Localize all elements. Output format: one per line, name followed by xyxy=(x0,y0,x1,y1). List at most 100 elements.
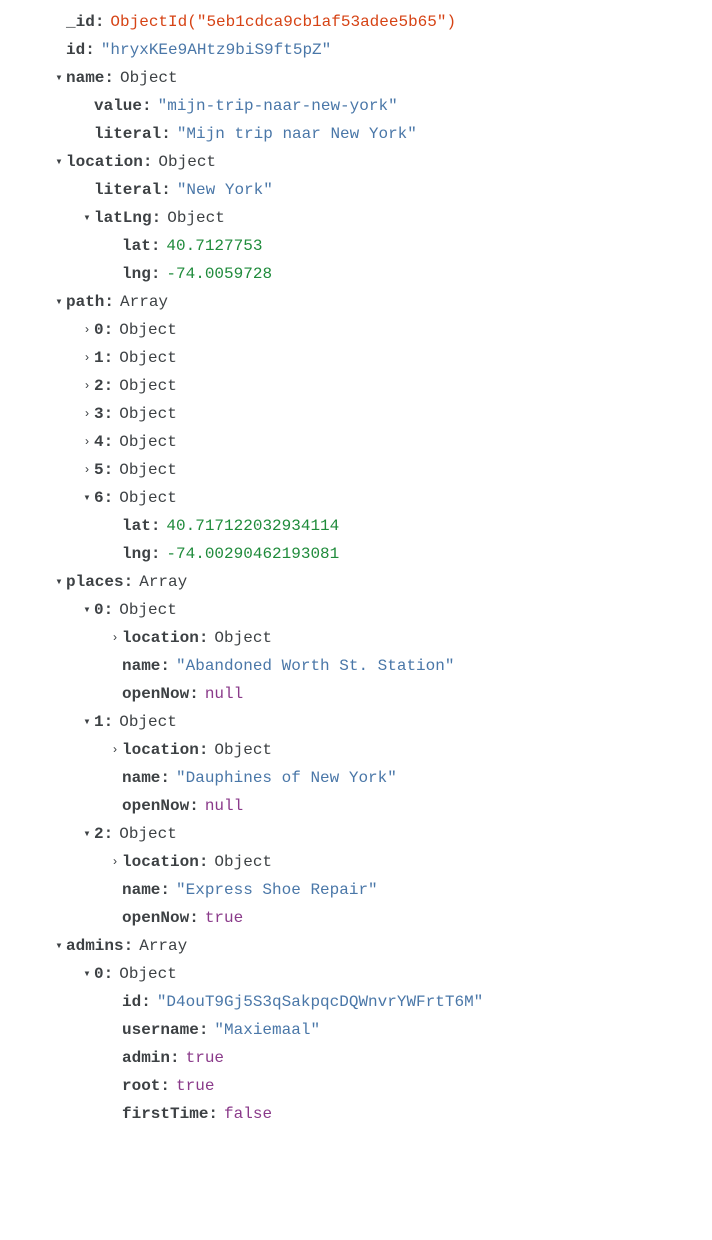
field-key: lat xyxy=(122,512,151,540)
field-value: Object xyxy=(214,736,272,764)
colon: : xyxy=(104,484,114,512)
chevron-down-icon[interactable]: ▾ xyxy=(52,292,66,313)
tree-row[interactable]: openNow:null xyxy=(0,792,712,820)
chevron-down-icon[interactable]: ▾ xyxy=(80,208,94,229)
chevron-right-icon[interactable]: › xyxy=(80,460,94,481)
tree-row[interactable]: ▾0:Object xyxy=(0,960,712,988)
field-key: admin xyxy=(122,1044,170,1072)
chevron-right-icon[interactable]: › xyxy=(80,404,94,425)
chevron-right-icon[interactable]: › xyxy=(108,740,122,761)
field-key: value xyxy=(94,92,142,120)
field-value: 40.7127753 xyxy=(166,232,262,260)
field-key: location xyxy=(122,848,199,876)
colon: : xyxy=(104,960,114,988)
tree-row[interactable]: ›2:Object xyxy=(0,372,712,400)
tree-row[interactable]: ▾latLng:Object xyxy=(0,204,712,232)
chevron-down-icon[interactable]: ▾ xyxy=(52,936,66,957)
tree-row[interactable]: ›1:Object xyxy=(0,344,712,372)
tree-row[interactable]: lng:-74.0059728 xyxy=(0,260,712,288)
tree-row[interactable]: username:"Maxiemaal" xyxy=(0,1016,712,1044)
tree-row[interactable]: ▾path:Array xyxy=(0,288,712,316)
field-key: 1 xyxy=(94,708,104,736)
tree-row[interactable]: name:"Dauphines of New York" xyxy=(0,764,712,792)
tree-row[interactable]: admin:true xyxy=(0,1044,712,1072)
tree-row[interactable]: ▾location:Object xyxy=(0,148,712,176)
chevron-right-icon[interactable]: › xyxy=(80,376,94,397)
field-key: openNow xyxy=(122,792,189,820)
colon: : xyxy=(104,316,114,344)
field-value: Object xyxy=(119,708,177,736)
tree-row[interactable]: _id:ObjectId("5eb1cdca9cb1af53adee5b65") xyxy=(0,8,712,36)
field-key: 6 xyxy=(94,484,104,512)
chevron-right-icon[interactable]: › xyxy=(108,628,122,649)
field-key: _id xyxy=(66,8,95,36)
colon: : xyxy=(104,428,114,456)
tree-row[interactable]: value:"mijn-trip-naar-new-york" xyxy=(0,92,712,120)
field-key: location xyxy=(122,624,199,652)
chevron-down-icon[interactable]: ▾ xyxy=(80,964,94,985)
tree-row[interactable]: firstTime:false xyxy=(0,1100,712,1128)
field-key: 4 xyxy=(94,428,104,456)
field-value: Object xyxy=(214,624,272,652)
colon: : xyxy=(189,680,199,708)
tree-row[interactable]: ›0:Object xyxy=(0,316,712,344)
tree-row[interactable]: ›3:Object xyxy=(0,400,712,428)
colon: : xyxy=(199,624,209,652)
tree-row[interactable]: lng:-74.00290462193081 xyxy=(0,540,712,568)
tree-row[interactable]: name:"Abandoned Worth St. Station" xyxy=(0,652,712,680)
tree-row[interactable]: literal:"New York" xyxy=(0,176,712,204)
chevron-down-icon[interactable]: ▾ xyxy=(80,824,94,845)
tree-row[interactable]: ▾name:Object xyxy=(0,64,712,92)
field-value: -74.0059728 xyxy=(166,260,272,288)
tree-row[interactable]: ▾2:Object xyxy=(0,820,712,848)
tree-row[interactable]: literal:"Mijn trip naar New York" xyxy=(0,120,712,148)
field-value: Object xyxy=(119,596,177,624)
field-value: Object xyxy=(214,848,272,876)
chevron-down-icon[interactable]: ▾ xyxy=(80,712,94,733)
field-key: 0 xyxy=(94,596,104,624)
chevron-right-icon[interactable]: › xyxy=(80,348,94,369)
field-key: root xyxy=(122,1072,160,1100)
tree-row[interactable]: lat:40.717122032934114 xyxy=(0,512,712,540)
tree-row[interactable]: ›location:Object xyxy=(0,848,712,876)
chevron-right-icon[interactable]: › xyxy=(108,852,122,873)
colon: : xyxy=(199,848,209,876)
chevron-right-icon[interactable]: › xyxy=(80,432,94,453)
tree-row[interactable]: openNow:null xyxy=(0,680,712,708)
field-value: "Abandoned Worth St. Station" xyxy=(176,652,454,680)
tree-row[interactable]: ▾admins:Array xyxy=(0,932,712,960)
field-key: name xyxy=(122,652,160,680)
chevron-down-icon[interactable]: ▾ xyxy=(52,572,66,593)
field-key: name xyxy=(122,876,160,904)
colon: : xyxy=(104,400,114,428)
tree-row[interactable]: ›location:Object xyxy=(0,736,712,764)
tree-row[interactable]: id:"D4ouT9Gj5S3qSakpqcDQWnvrYWFrtT6M" xyxy=(0,988,712,1016)
colon: : xyxy=(151,512,161,540)
tree-row[interactable]: lat:40.7127753 xyxy=(0,232,712,260)
tree-row[interactable]: id:"hryxKEe9AHtz9biS9ft5pZ" xyxy=(0,36,712,64)
field-key: admins xyxy=(66,932,124,960)
field-value: -74.00290462193081 xyxy=(166,540,339,568)
colon: : xyxy=(104,344,114,372)
tree-row[interactable]: ›location:Object xyxy=(0,624,712,652)
tree-row[interactable]: ›4:Object xyxy=(0,428,712,456)
field-key: 5 xyxy=(94,456,104,484)
colon: : xyxy=(189,792,199,820)
chevron-down-icon[interactable]: ▾ xyxy=(52,68,66,89)
field-key: 2 xyxy=(94,820,104,848)
tree-row[interactable]: ▾0:Object xyxy=(0,596,712,624)
tree-row[interactable]: ▾places:Array xyxy=(0,568,712,596)
tree-row[interactable]: name:"Express Shoe Repair" xyxy=(0,876,712,904)
chevron-down-icon[interactable]: ▾ xyxy=(52,152,66,173)
chevron-down-icon[interactable]: ▾ xyxy=(80,600,94,621)
tree-row[interactable]: ▾1:Object xyxy=(0,708,712,736)
tree-row[interactable]: openNow:true xyxy=(0,904,712,932)
chevron-down-icon[interactable]: ▾ xyxy=(80,488,94,509)
colon: : xyxy=(124,932,134,960)
tree-row[interactable]: ▾6:Object xyxy=(0,484,712,512)
tree-row[interactable]: ›5:Object xyxy=(0,456,712,484)
field-key: 1 xyxy=(94,344,104,372)
tree-row[interactable]: root:true xyxy=(0,1072,712,1100)
chevron-right-icon[interactable]: › xyxy=(80,320,94,341)
field-key: lng xyxy=(122,540,151,568)
